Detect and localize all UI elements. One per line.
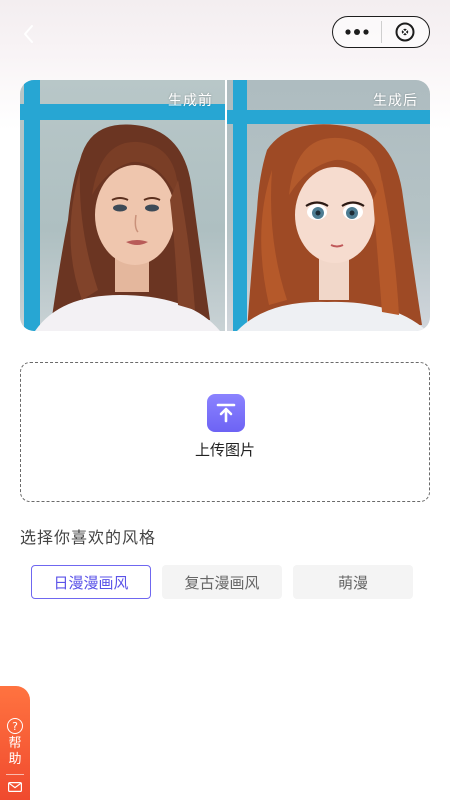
upload-label: 上传图片 <box>194 441 255 459</box>
chevron-left-icon <box>24 25 33 43</box>
mini-program-capsule <box>332 16 430 48</box>
after-label: 生成后 <box>373 93 418 109</box>
help-label: 帮助 <box>8 736 22 767</box>
mail-icon[interactable] <box>8 782 22 792</box>
style-section-title: 选择你喜欢的风格 <box>20 528 157 547</box>
help-divider <box>6 774 24 775</box>
upload-area[interactable]: 上传图片 <box>20 362 430 502</box>
question-icon: ? <box>7 718 23 734</box>
style-options: 日漫漫画风 复古漫画风 萌漫 <box>31 565 413 599</box>
before-photo: 生成前 <box>20 80 225 331</box>
style-option-retro-comic[interactable]: 复古漫画风 <box>162 565 282 599</box>
style-option-cute[interactable]: 萌漫 <box>293 565 413 599</box>
upload-arrow-icon <box>207 394 245 432</box>
before-after-image: 生成前 生成后 <box>20 80 430 331</box>
close-circle-icon <box>395 22 415 42</box>
page: 生成前 生成后 上传图片 选择你喜欢的风格 日漫漫画风 复古漫画风 萌漫 ? 帮… <box>0 0 450 800</box>
close-button[interactable] <box>381 17 429 47</box>
more-dots-icon <box>345 29 369 35</box>
help-tab[interactable]: ? 帮助 <box>0 686 30 800</box>
back-button[interactable] <box>16 22 40 46</box>
more-button[interactable] <box>333 17 381 47</box>
after-photo: 生成后 <box>225 80 430 331</box>
before-label: 生成前 <box>168 93 213 109</box>
style-option-japanese-manga[interactable]: 日漫漫画风 <box>31 565 151 599</box>
